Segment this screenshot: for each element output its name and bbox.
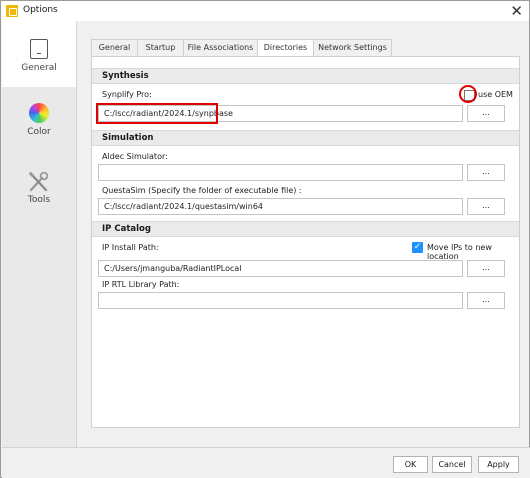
move-ips-label: Move IPs to new location: [427, 243, 492, 261]
highlight-circle: [459, 85, 477, 103]
sidebar-item-label: Color: [27, 127, 51, 137]
use-oem-label: use OEM: [478, 90, 513, 99]
section-header-synthesis: Synthesis: [92, 68, 519, 84]
sidebar: General Color Tools: [2, 21, 77, 447]
color-wheel-icon: [29, 103, 49, 123]
tab-file-associations[interactable]: File Associations: [183, 39, 258, 56]
title-bar: Options ✕: [1, 1, 529, 21]
aldec-simulator-path-field[interactable]: [98, 164, 463, 181]
options-window: Options ✕ General Color Tools General St…: [0, 0, 530, 478]
general-icon: [30, 39, 48, 59]
ip-rtl-library-path-field[interactable]: [98, 292, 463, 309]
aldec-browse-button[interactable]: ...: [467, 164, 505, 181]
ok-button[interactable]: OK: [393, 456, 428, 473]
ip-install-browse-button[interactable]: ...: [467, 260, 505, 277]
window-title: Options: [23, 5, 58, 15]
sidebar-item-color[interactable]: Color: [2, 89, 76, 155]
tab-network-settings[interactable]: Network Settings: [313, 39, 392, 56]
directories-panel: Synthesis Synplify Pro: use OEM C:/lscc/…: [91, 56, 520, 428]
tab-directories[interactable]: Directories: [257, 39, 314, 56]
section-header-simulation: Simulation: [92, 130, 519, 146]
tools-icon: [28, 171, 49, 192]
ip-rtl-library-path-label: IP RTL Library Path:: [102, 280, 180, 289]
ip-install-path-label: IP Install Path:: [102, 243, 159, 252]
sidebar-item-general[interactable]: General: [2, 21, 76, 87]
tab-startup[interactable]: Startup: [137, 39, 184, 56]
sidebar-item-tools[interactable]: Tools: [2, 157, 76, 223]
ip-rtl-browse-button[interactable]: ...: [467, 292, 505, 309]
button-bar: OK Cancel Apply: [2, 447, 530, 478]
synplify-browse-button[interactable]: ...: [467, 105, 505, 122]
tab-general[interactable]: General: [91, 39, 138, 56]
highlight-rectangle: [96, 103, 218, 124]
cancel-button[interactable]: Cancel: [432, 456, 472, 473]
move-ips-checkbox[interactable]: ✓: [412, 242, 423, 253]
close-icon[interactable]: ✕: [510, 2, 523, 20]
sidebar-item-label: Tools: [27, 195, 51, 205]
app-icon: [6, 5, 18, 17]
section-header-ip-catalog: IP Catalog: [92, 221, 519, 237]
ip-install-path-field[interactable]: C:/Users/jmanguba/RadiantIPLocal: [98, 260, 463, 277]
aldec-simulator-label: Aldec Simulator:: [102, 152, 168, 161]
questasim-path-field[interactable]: C:/lscc/radiant/2024.1/questasim/win64: [98, 198, 463, 215]
questasim-label: QuestaSim (Specify the folder of executa…: [102, 186, 302, 195]
sidebar-item-label: General: [21, 63, 57, 73]
apply-button[interactable]: Apply: [478, 456, 519, 473]
content-area: General Startup File Associations Direct…: [77, 21, 529, 447]
questasim-browse-button[interactable]: ...: [467, 198, 505, 215]
synplify-pro-label: Synplify Pro:: [102, 90, 152, 99]
